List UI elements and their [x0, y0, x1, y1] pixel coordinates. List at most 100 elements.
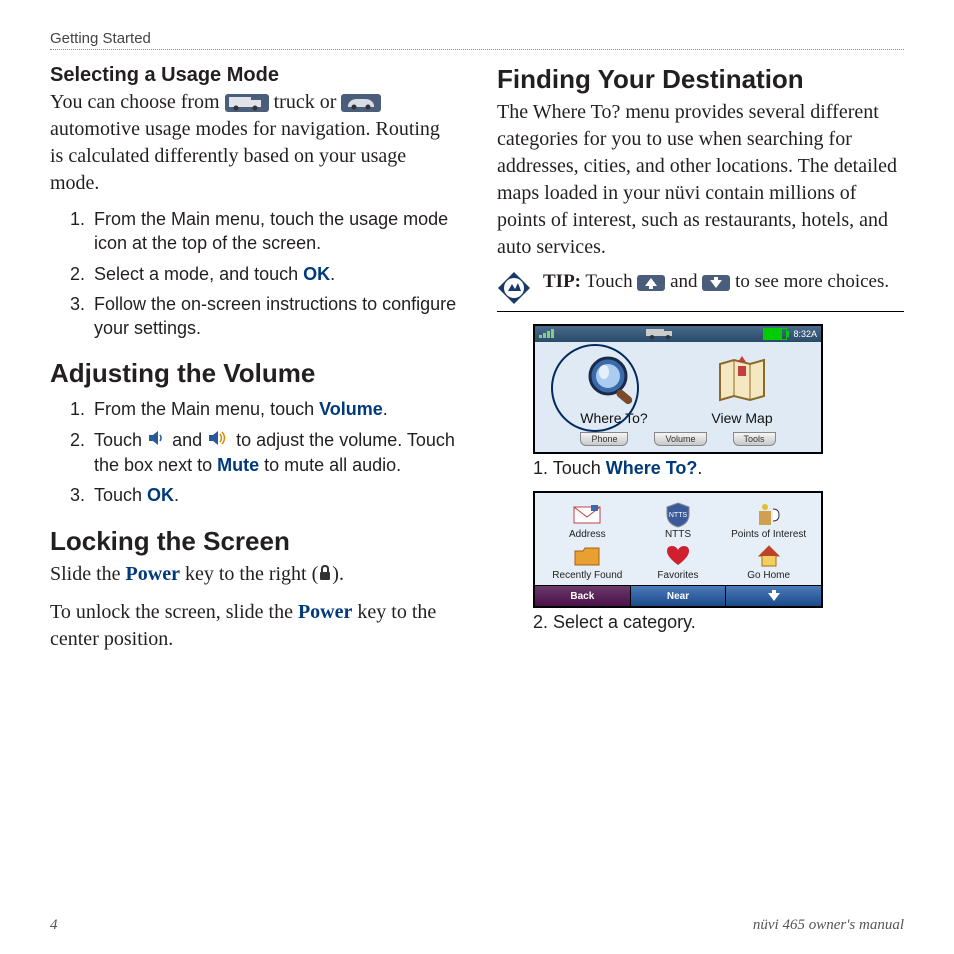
usage-paragraph: You can choose from truck or automotive … [50, 89, 457, 197]
svg-text:NTTS: NTTS [669, 512, 688, 519]
heart-icon [662, 542, 694, 570]
folder-icon [571, 542, 603, 570]
bottom-tabs: Phone Volume Tools [535, 430, 821, 452]
where-to-label: Where To? [580, 410, 647, 426]
caption-step-1: 1. Touch Where To?. [533, 458, 904, 479]
text: . [330, 264, 335, 284]
keyword-mute: Mute [217, 455, 259, 475]
speaker-low-icon [147, 429, 167, 453]
status-bar: 8:32A [535, 326, 821, 342]
usage-steps: From the Main menu, touch the usage mode… [50, 207, 457, 340]
tip-callout: TIP: Touch and to see more choices. [497, 271, 904, 312]
envelope-icon [571, 501, 603, 529]
tip-label: TIP: [543, 271, 581, 292]
status-time: 8:32A [793, 329, 817, 339]
text: ). [332, 563, 344, 585]
text: Touch [581, 271, 637, 292]
truck-icon [225, 94, 269, 112]
volume-steps: From the Main menu, touch Volume. Touch … [50, 397, 457, 507]
caption-step-2: 2. Select a category. [533, 612, 904, 633]
heading-destination: Finding Your Destination [497, 64, 904, 95]
lock-p1: Slide the Power key to the right (). [50, 561, 457, 589]
page-footer: 4 nüvi 465 owner's manual [50, 899, 904, 934]
car-icon [341, 94, 381, 112]
text: . [697, 458, 702, 478]
text: truck or [274, 91, 342, 113]
map-icon [708, 352, 776, 408]
page-number: 4 [50, 917, 58, 934]
heading-usage-mode: Selecting a Usage Mode [50, 64, 457, 87]
heading-lock: Locking the Screen [50, 526, 457, 557]
tab-phone[interactable]: Phone [580, 432, 628, 446]
back-button[interactable]: Back [535, 586, 631, 606]
arrow-down-icon [767, 590, 781, 602]
lock-icon [318, 562, 332, 589]
text: 1. Touch [533, 458, 606, 478]
arrow-down-icon [702, 275, 730, 291]
text: to see more choices. [735, 271, 889, 292]
shield-icon: NTTS [662, 501, 694, 529]
cat-poi[interactable]: Points of Interest [724, 501, 813, 540]
keyword-power: Power [298, 601, 352, 623]
text: You can choose from [50, 91, 225, 113]
text: From the Main menu, touch [94, 399, 319, 419]
left-column: Selecting a Usage Mode You can choose fr… [50, 64, 457, 899]
battery-icon [763, 328, 787, 340]
label: Points of Interest [731, 529, 806, 540]
label: NTTS [665, 529, 691, 540]
keyword-ok: OK [147, 485, 174, 505]
text: automotive usage modes for navigation. R… [50, 118, 440, 194]
usage-step-1: From the Main menu, touch the usage mode… [90, 207, 457, 256]
keyword-ok: OK [303, 264, 330, 284]
scroll-down-button[interactable] [726, 586, 821, 606]
heading-volume: Adjusting the Volume [50, 358, 457, 389]
device-screenshot-categories: Address NTTS NTTS Points of Interest [533, 491, 823, 608]
volume-step-3: Touch OK. [90, 483, 457, 507]
destination-intro: The Where To? menu provides several diff… [497, 99, 904, 261]
volume-step-2: Touch and to adjust the volume. Touch th… [90, 428, 457, 478]
cat-home[interactable]: Go Home [724, 542, 813, 581]
poi-icon [753, 501, 785, 529]
text: Touch [94, 430, 147, 450]
where-to-button[interactable]: Where To? [559, 352, 669, 426]
text: To unlock the screen, slide the [50, 601, 298, 623]
near-button[interactable]: Near [631, 586, 727, 606]
keyword-power: Power [126, 563, 180, 585]
keyword-volume: Volume [319, 399, 383, 419]
usage-step-3: Follow the on-screen instructions to con… [90, 292, 457, 341]
speaker-high-icon [207, 429, 231, 453]
volume-step-1: From the Main menu, touch Volume. [90, 397, 457, 421]
text: Slide the [50, 563, 126, 585]
right-column: Finding Your Destination The Where To? m… [497, 64, 904, 899]
cat-favorites[interactable]: Favorites [634, 542, 723, 581]
text: Select a mode, and touch [94, 264, 303, 284]
text: Touch [94, 485, 147, 505]
lock-p2: To unlock the screen, slide the Power ke… [50, 599, 457, 653]
tip-text: TIP: Touch and to see more choices. [543, 271, 889, 293]
tip-icon [497, 271, 531, 305]
label: Go Home [747, 570, 790, 581]
text: . [383, 399, 388, 419]
text: key to the right ( [180, 563, 318, 585]
manual-title: nüvi 465 owner's manual [753, 917, 904, 934]
label: Address [569, 529, 606, 540]
label: Recently Found [552, 570, 622, 581]
text: and [670, 271, 702, 292]
house-icon [753, 542, 785, 570]
running-header: Getting Started [50, 30, 904, 50]
keyword-where-to: Where To? [606, 458, 698, 478]
view-map-button[interactable]: View Map [687, 352, 797, 426]
cat-ntts[interactable]: NTTS NTTS [634, 501, 723, 540]
view-map-label: View Map [711, 410, 772, 426]
text: . [174, 485, 179, 505]
cat-address[interactable]: Address [543, 501, 632, 540]
text: to mute all audio. [259, 455, 401, 475]
cat-recent[interactable]: Recently Found [543, 542, 632, 581]
label: Favorites [657, 570, 698, 581]
magnifier-icon [580, 352, 648, 408]
mode-truck-icon [646, 327, 676, 341]
device-screenshot-main: 8:32A Where To? [533, 324, 823, 454]
tab-tools[interactable]: Tools [733, 432, 776, 446]
tab-volume[interactable]: Volume [654, 432, 706, 446]
text: and [172, 430, 207, 450]
